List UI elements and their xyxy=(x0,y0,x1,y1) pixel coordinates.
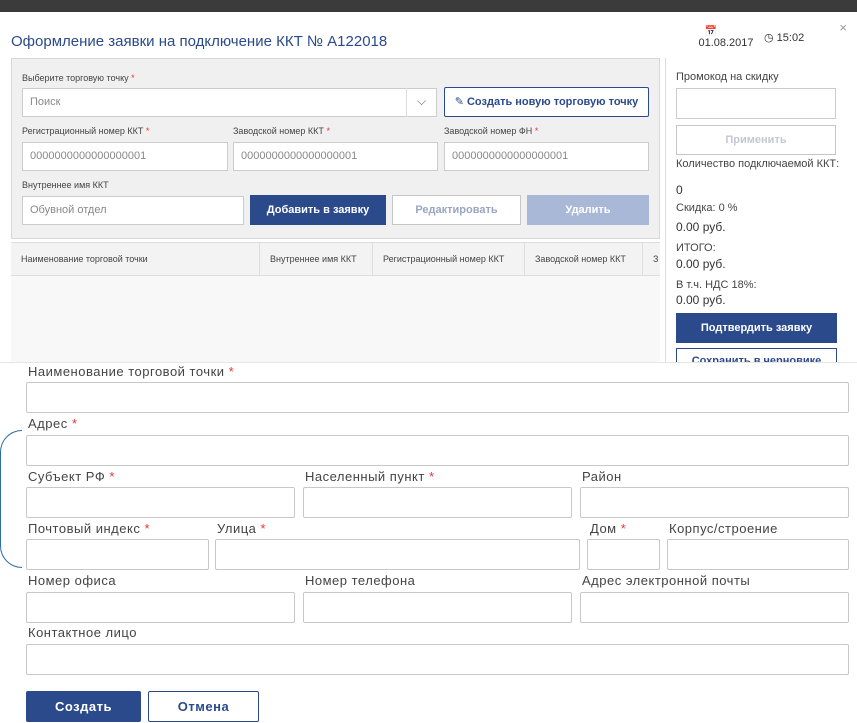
edit-button[interactable]: Редактировать xyxy=(392,195,521,225)
close-icon[interactable]: × xyxy=(839,20,847,35)
discount-label: Скидка: 0 % xyxy=(676,202,738,214)
phone-label: Номер телефона xyxy=(305,573,416,588)
pencil-icon: ✎ xyxy=(454,96,464,108)
address-input[interactable] xyxy=(26,435,849,466)
section-divider xyxy=(0,362,857,363)
time-value: 15:02 xyxy=(776,32,805,44)
kkt-table-header: Наименование торговой точки Внутреннее и… xyxy=(11,242,660,276)
cancel-button[interactable]: Отмена xyxy=(148,691,259,722)
column-internal-name[interactable]: Внутреннее имя ККТ xyxy=(260,243,373,275)
phone-input[interactable] xyxy=(303,592,572,623)
clock-icon: ◷ xyxy=(764,32,774,44)
address-group-bracket xyxy=(0,430,22,568)
office-label: Номер офиса xyxy=(28,573,117,588)
reg-number-label: Регистрационный номер ККТ * xyxy=(22,126,150,136)
kkt-table-body xyxy=(11,276,660,362)
date-display: 📅 01.08.2017 xyxy=(698,26,754,49)
column-truncated[interactable]: З xyxy=(643,243,660,275)
locality-label: Населенный пункт * xyxy=(305,469,435,484)
outlet-name-label: Наименование торговой точки * xyxy=(28,364,235,379)
internal-name-input[interactable]: Обувной отдел xyxy=(22,196,244,225)
total-label: ИТОГО: xyxy=(676,242,716,254)
house-input[interactable] xyxy=(587,539,660,570)
postcode-input[interactable] xyxy=(26,539,209,570)
window-top-bar xyxy=(0,0,857,12)
street-input[interactable] xyxy=(215,539,580,570)
street-label: Улица * xyxy=(217,521,267,536)
locality-input[interactable] xyxy=(303,487,572,518)
total-value: 0.00 руб. xyxy=(676,257,726,271)
create-button[interactable]: Создать xyxy=(26,691,141,722)
building-label: Корпус/строение xyxy=(669,521,778,536)
vat-label: В т.ч. НДС 18%: xyxy=(676,279,757,291)
district-label: Район xyxy=(582,469,622,484)
internal-name-label: Внутреннее имя ККТ xyxy=(22,180,109,190)
reg-number-input[interactable]: 0000000000000000001 xyxy=(22,142,228,171)
outlet-select-label: Выберите торговую точку * xyxy=(22,73,135,83)
chevron-down-icon[interactable]: ⌵ xyxy=(406,88,436,117)
column-reg-number[interactable]: Регистрационный номер ККТ xyxy=(373,243,525,275)
office-input[interactable] xyxy=(26,592,295,623)
create-outlet-button[interactable]: ✎ Создать новую торговую точку xyxy=(444,87,649,117)
building-input[interactable] xyxy=(667,539,849,570)
serial-number-label: Заводской номер ККТ * xyxy=(233,126,330,136)
kkt-count-label: Количество подключаемой ККТ: xyxy=(676,158,840,170)
serial-number-input[interactable]: 0000000000000000001 xyxy=(233,142,438,171)
column-outlet-name[interactable]: Наименование торговой точки xyxy=(11,243,260,275)
apply-promo-button[interactable]: Применить xyxy=(676,125,836,155)
district-input[interactable] xyxy=(580,487,849,518)
postcode-label: Почтовый индекс * xyxy=(28,521,150,536)
kkt-count-value: 0 xyxy=(676,183,683,197)
date-value: 01.08.2017 xyxy=(698,37,754,49)
contact-label: Контактное лицо xyxy=(28,625,137,640)
vat-value: 0.00 руб. xyxy=(676,293,726,307)
address-label: Адрес * xyxy=(28,416,78,431)
email-label: Адрес электронной почты xyxy=(582,573,751,588)
confirm-request-button[interactable]: Подтвердить заявку xyxy=(676,313,837,343)
save-draft-button[interactable]: Сохранить в черновике xyxy=(676,348,837,362)
calendar-icon: 📅 xyxy=(704,26,718,37)
column-serial-number[interactable]: Заводской номер ККТ xyxy=(525,243,643,275)
fn-number-input[interactable]: 0000000000000000001 xyxy=(444,142,649,171)
email-input[interactable] xyxy=(580,592,849,623)
region-label: Субъект РФ * xyxy=(28,469,115,484)
discount-value: 0.00 руб. xyxy=(676,220,726,234)
contact-input[interactable] xyxy=(26,644,849,675)
time-display: ◷ 15:02 xyxy=(764,31,804,44)
region-input[interactable] xyxy=(26,487,295,518)
delete-button[interactable]: Удалить xyxy=(527,195,649,225)
discount-percent: 0 % xyxy=(718,202,738,214)
promo-label: Промокод на скидку xyxy=(676,71,779,83)
outlet-search-input[interactable]: Поиск xyxy=(22,88,437,117)
dialog-title: Оформление заявки на подключение ККТ № A… xyxy=(11,33,388,50)
add-to-request-button[interactable]: Добавить в заявку xyxy=(250,195,386,225)
promo-input[interactable] xyxy=(676,88,836,119)
house-label: Дом * xyxy=(590,521,627,536)
fn-number-label: Заводской номер ФН * xyxy=(444,126,539,136)
outlet-name-input[interactable] xyxy=(26,382,849,413)
